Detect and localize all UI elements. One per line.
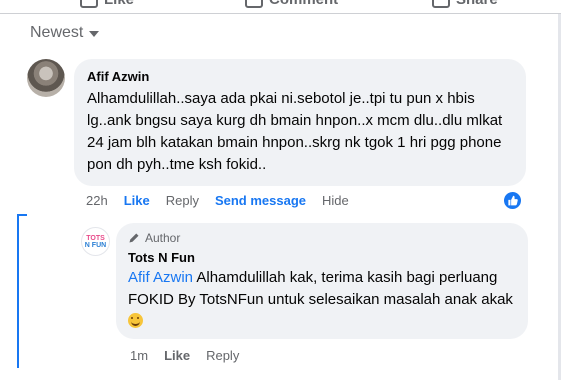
post-share-label: Share xyxy=(456,0,498,8)
mention-link[interactable]: Afif Azwin xyxy=(128,269,193,286)
author-badge-label: Author xyxy=(145,231,181,245)
caret-down-icon xyxy=(89,31,100,37)
sort-label: Newest xyxy=(30,24,84,41)
comment-actions: 22h Like Reply Send message Hide xyxy=(86,193,349,208)
post-like-button[interactable]: Like xyxy=(80,0,134,8)
comment-bubble: Afif Azwin Alhamdulillah..saya ada pkai … xyxy=(74,59,526,186)
post-comment-button[interactable]: Comment xyxy=(245,0,338,8)
send-message-button[interactable]: Send message xyxy=(215,193,306,208)
reply-reply-button[interactable]: Reply xyxy=(206,348,239,363)
reply-actions: 1m Like Reply xyxy=(130,348,239,363)
reply-bubble: Author Tots N Fun Afif Azwin Alhamdulill… xyxy=(116,223,528,339)
comment-sort-dropdown[interactable]: Newest xyxy=(30,24,100,42)
thumbs-up-icon xyxy=(80,0,98,8)
comment-reply-button[interactable]: Reply xyxy=(166,193,199,208)
thread-line xyxy=(17,216,19,368)
commenter-avatar[interactable] xyxy=(27,59,65,97)
comment-icon xyxy=(245,0,263,8)
reply-like-button[interactable]: Like xyxy=(164,348,190,363)
avatar-logo-text-bottom: N FUN xyxy=(84,241,107,249)
avatar-logo-text-top: TOTS xyxy=(86,234,105,242)
pencil-icon xyxy=(129,233,139,243)
page-avatar[interactable]: TOTS N FUN xyxy=(81,227,110,256)
post-action-bar: Like Comment Share xyxy=(0,0,561,14)
comment-hide-button[interactable]: Hide xyxy=(322,193,349,208)
author-badge: Author xyxy=(128,231,516,245)
post-comment-label: Comment xyxy=(269,0,338,8)
post-share-button[interactable]: Share xyxy=(432,0,498,8)
comment-like-button[interactable]: Like xyxy=(124,193,150,208)
reply-author[interactable]: Tots N Fun xyxy=(128,250,516,265)
comment-timestamp[interactable]: 22h xyxy=(86,193,108,208)
thumbs-up-icon[interactable] xyxy=(503,191,522,210)
comment-author[interactable]: Afif Azwin xyxy=(87,69,513,84)
post-like-label: Like xyxy=(104,0,134,8)
reply-text: Afif Azwin Alhamdulillah kak, terima kas… xyxy=(128,267,520,333)
comment-text: Alhamdulillah..saya ada pkai ni.sebotol … xyxy=(87,90,503,173)
smile-emoji-icon xyxy=(128,313,143,328)
share-icon xyxy=(432,0,450,8)
reply-timestamp[interactable]: 1m xyxy=(130,348,148,363)
